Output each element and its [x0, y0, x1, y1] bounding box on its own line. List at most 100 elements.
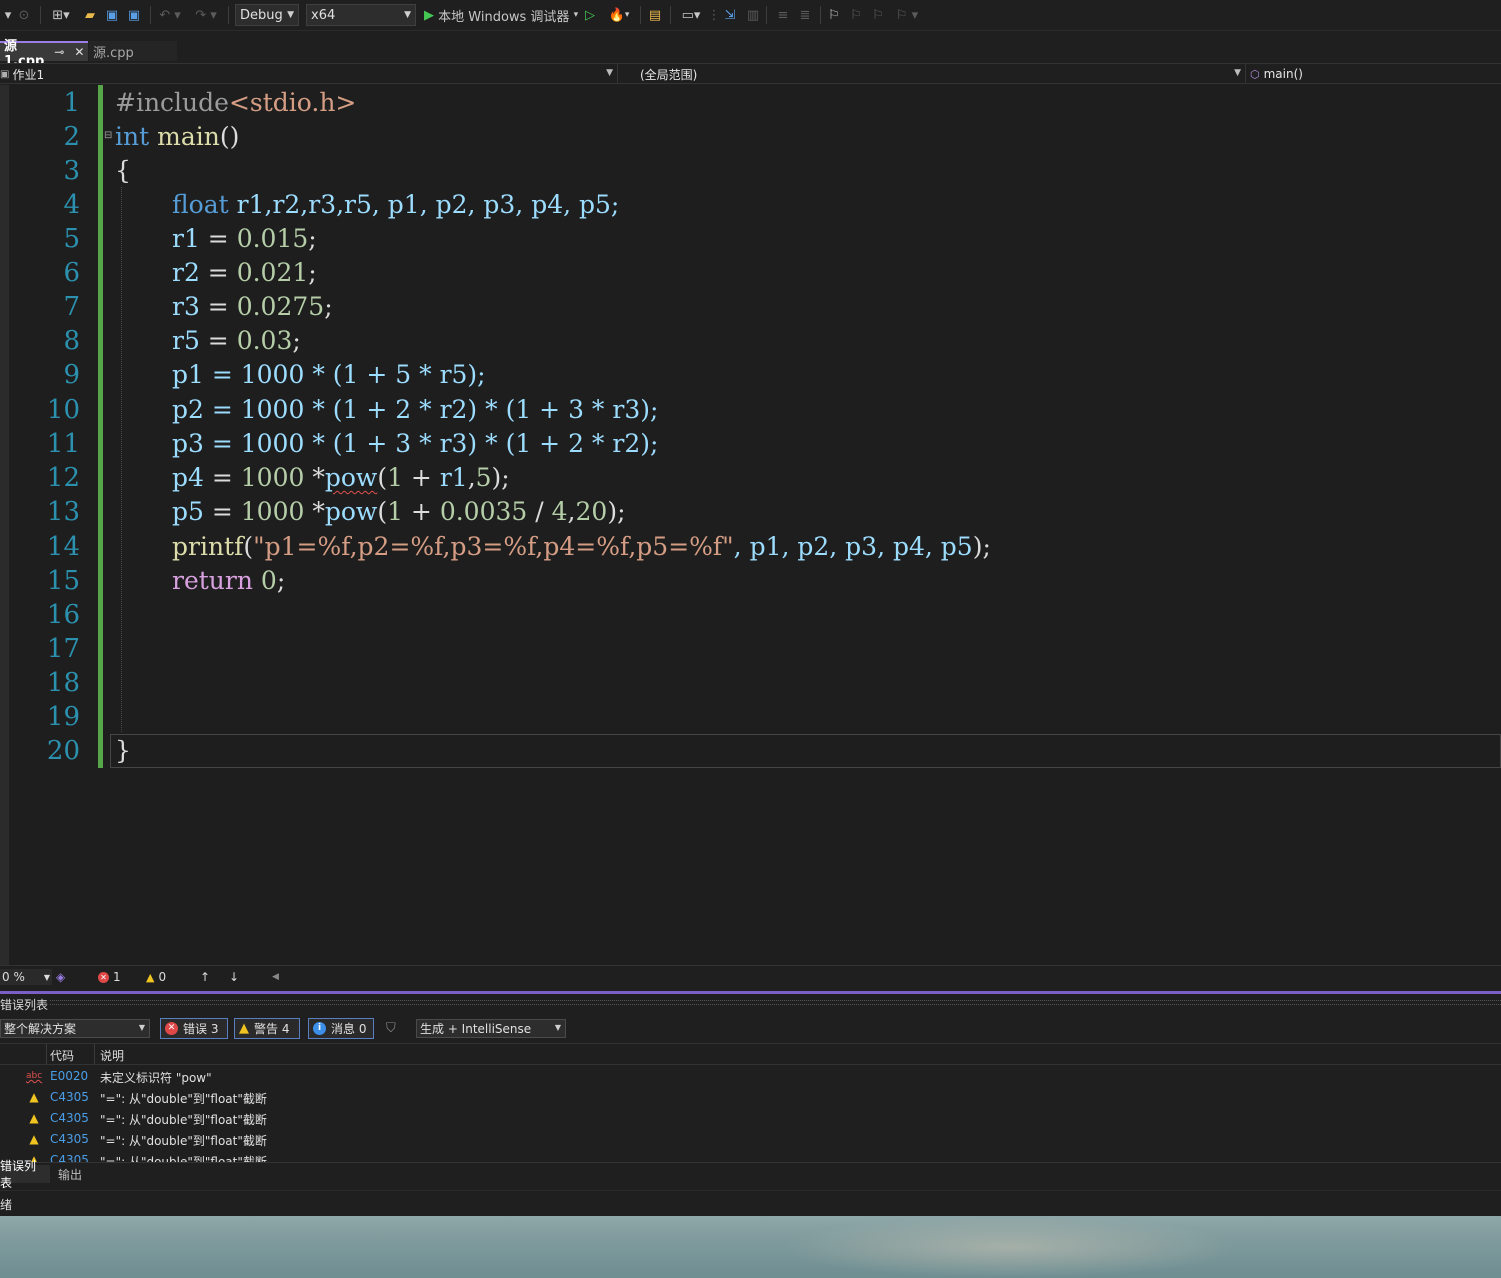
line-number: 18	[46, 668, 80, 698]
status-bar: 绪	[0, 1190, 1501, 1216]
error-row[interactable]: ▲ C4305 "=": 从"double"到"float"截断	[0, 1150, 1501, 1162]
warning-count-indicator[interactable]: ▲ 0	[146, 969, 176, 985]
save-icon[interactable]: ▣	[104, 6, 120, 24]
change-tracking-bar	[98, 85, 103, 768]
error-count-indicator[interactable]: ✕ 1	[98, 969, 128, 985]
code-line-10: p2 = 1000 * (1 + 2 * r2) * (1 + 3 * r3);	[172, 395, 659, 424]
code-line-15: return 0;	[172, 566, 286, 595]
pin-icon[interactable]: ⊸	[54, 45, 64, 59]
line-number: 2	[63, 122, 80, 152]
close-icon[interactable]: ✕	[74, 45, 84, 59]
open-folder-icon[interactable]: ▰	[82, 6, 98, 24]
line-number: 13	[46, 497, 80, 527]
main-toolbar: ▾ ⊙ ⊞▾ ▰ ▣ ▣ ↶ ▾ ↷ ▾ Debug ▼ x64 ▼ ▶ 本地 Wi…	[0, 0, 1501, 31]
errors-filter-button[interactable]: ✕ 错误 3	[160, 1018, 228, 1039]
code-line-8: r5 = 0.03;	[172, 326, 301, 355]
platform-select[interactable]: x64 ▼	[306, 4, 416, 26]
code-editor[interactable]: ⊟ 1 2 3 4 5 6 7 8 9 10 11 12 13 14 15 16…	[0, 85, 1501, 965]
code-line-4: float r1,r2,r3,r5, p1, p2, p3, p4, p5;	[172, 190, 620, 219]
toolbar-overflow-icon[interactable]: ▾	[2, 6, 14, 24]
scroll-left-icon[interactable]: ◀	[272, 969, 282, 985]
error-row[interactable]: ▲ C4305 "=": 从"double"到"float"截断	[0, 1108, 1501, 1129]
panel-title: 错误列表	[0, 998, 49, 1012]
comment-icon[interactable]: ▥	[744, 6, 762, 24]
bookmark-icon[interactable]: ⚐	[826, 6, 842, 24]
arrow-up-icon[interactable]: ↑	[200, 969, 212, 985]
line-number: 4	[63, 190, 80, 220]
filter-icon[interactable]: ⛉	[386, 1021, 396, 1036]
project-icon: ▣	[0, 68, 10, 80]
warnings-filter-button[interactable]: ▲ 警告 4	[234, 1018, 300, 1039]
line-number: 5	[63, 224, 80, 254]
start-debugging-button[interactable]: ▶ 本地 Windows 调试器 ▾	[424, 6, 584, 25]
glyph-margin[interactable]	[0, 85, 9, 965]
desktop-background	[0, 1216, 1501, 1278]
line-number: 14	[46, 532, 80, 562]
clear-bookmarks-icon[interactable]: ⚐ ▾	[892, 6, 922, 24]
tab-source1-cpp[interactable]: 源1.cpp ⊸ ✕	[0, 39, 88, 69]
error-scope-select[interactable]: 整个解决方案 ▼	[0, 1019, 150, 1038]
fold-toggle-icon[interactable]: ⊟	[104, 131, 114, 141]
error-row[interactable]: ▲ C4305 "=": 从"double"到"float"截断	[0, 1087, 1501, 1108]
copilot-icon[interactable]: ◈	[56, 969, 70, 985]
hot-reload-icon[interactable]: 🔥 ▾	[604, 6, 634, 24]
indent-icon[interactable]: ≡	[774, 6, 792, 24]
code-line-11: p3 = 1000 * (1 + 3 * r3) * (1 + 2 * r2);	[172, 429, 659, 458]
new-project-icon[interactable]: ⊞▾	[48, 6, 74, 24]
undo-icon[interactable]: ↶ ▾	[156, 6, 184, 24]
build-source-select[interactable]: 生成 + IntelliSense ▼	[416, 1019, 566, 1038]
tab-source-cpp[interactable]: 源.cpp	[89, 41, 177, 61]
zoom-select[interactable]: 0 % ▼	[0, 969, 52, 985]
code-line-13: p5 = 1000 *pow(1 + 0.0035 / 4,20);	[172, 497, 626, 526]
configuration-select[interactable]: Debug ▼	[235, 4, 299, 26]
line-number: 9	[63, 360, 80, 390]
redo-icon[interactable]: ↷ ▾	[192, 6, 220, 24]
tab-output[interactable]: 输出	[58, 1165, 88, 1183]
code-line-20: }	[115, 736, 131, 765]
desktop-glow	[780, 1216, 1240, 1278]
start-without-debug-icon[interactable]: ▷	[582, 6, 598, 24]
editor-status-strip: 0 % ▼ ◈ ✕ 1 ▲ 0 ↑ ↓ ◀	[0, 965, 1501, 987]
error-icon: ✕	[165, 1022, 178, 1035]
title-grip[interactable]	[50, 1000, 1501, 1005]
line-number: 8	[63, 326, 80, 356]
warning-icon: ▲	[29, 1132, 39, 1146]
arrow-down-icon[interactable]: ↓	[229, 969, 241, 985]
error-row[interactable]: ▲ C4305 "=": 从"double"到"float"截断	[0, 1129, 1501, 1150]
line-number: 12	[46, 463, 80, 493]
messages-filter-button[interactable]: i 消息 0	[308, 1018, 374, 1039]
tool-window-tabs: 错误列表 输出	[0, 1159, 1501, 1190]
line-number: 6	[63, 258, 80, 288]
solution-explorer-icon[interactable]: ▤	[646, 6, 664, 24]
navigation-bar: ▣ 作业1 ▼ (全局范围) ▼ ⬡ main()	[0, 63, 1501, 84]
navigate-forward-icon[interactable]: ⊙	[16, 6, 32, 24]
prev-bookmark-icon[interactable]: ⚐	[848, 6, 864, 24]
code-line-14: printf("p1=%f,p2=%f,p3=%f,p4=%f,p5=%f", …	[172, 532, 991, 561]
code-line-2: int main()	[115, 122, 240, 151]
member-dropdown[interactable]: ⬡ main()	[1250, 64, 1501, 84]
line-number: 3	[63, 156, 80, 186]
tab-error-list[interactable]: 错误列表	[0, 1159, 50, 1190]
next-bookmark-icon[interactable]: ⚐	[870, 6, 886, 24]
toolbar-grip-icon: ⋮	[707, 7, 721, 23]
column-header-code[interactable]: 代码	[50, 1047, 74, 1064]
line-number: 20	[46, 736, 80, 766]
scope-dropdown[interactable]: (全局范围) ▼	[622, 64, 1246, 84]
error-row[interactable]: abc E0020 未定义标识符 "pow"	[0, 1066, 1501, 1087]
window-layout-icon[interactable]: ▭▾	[676, 6, 706, 24]
play-icon: ▶	[424, 7, 434, 23]
outdent-icon[interactable]: ≣	[796, 6, 814, 24]
code-line-1: #include<stdio.h>	[115, 88, 357, 117]
project-dropdown[interactable]: ▣ 作业1 ▼	[0, 64, 618, 84]
info-icon: i	[313, 1022, 326, 1035]
error-list-header: 代码 说明	[0, 1043, 1501, 1065]
save-all-icon[interactable]: ▣	[126, 6, 142, 24]
column-header-description[interactable]: 说明	[100, 1047, 124, 1064]
line-number: 16	[46, 600, 80, 630]
step-icon[interactable]: ⇲	[720, 6, 740, 24]
undefined-identifier-squiggle: pow	[324, 463, 378, 492]
code-line-9: p1 = 1000 * (1 + 5 * r5);	[172, 360, 486, 389]
warning-icon: ▲	[239, 1021, 249, 1036]
method-icon: ⬡	[1250, 67, 1260, 81]
line-number: 17	[46, 634, 80, 664]
